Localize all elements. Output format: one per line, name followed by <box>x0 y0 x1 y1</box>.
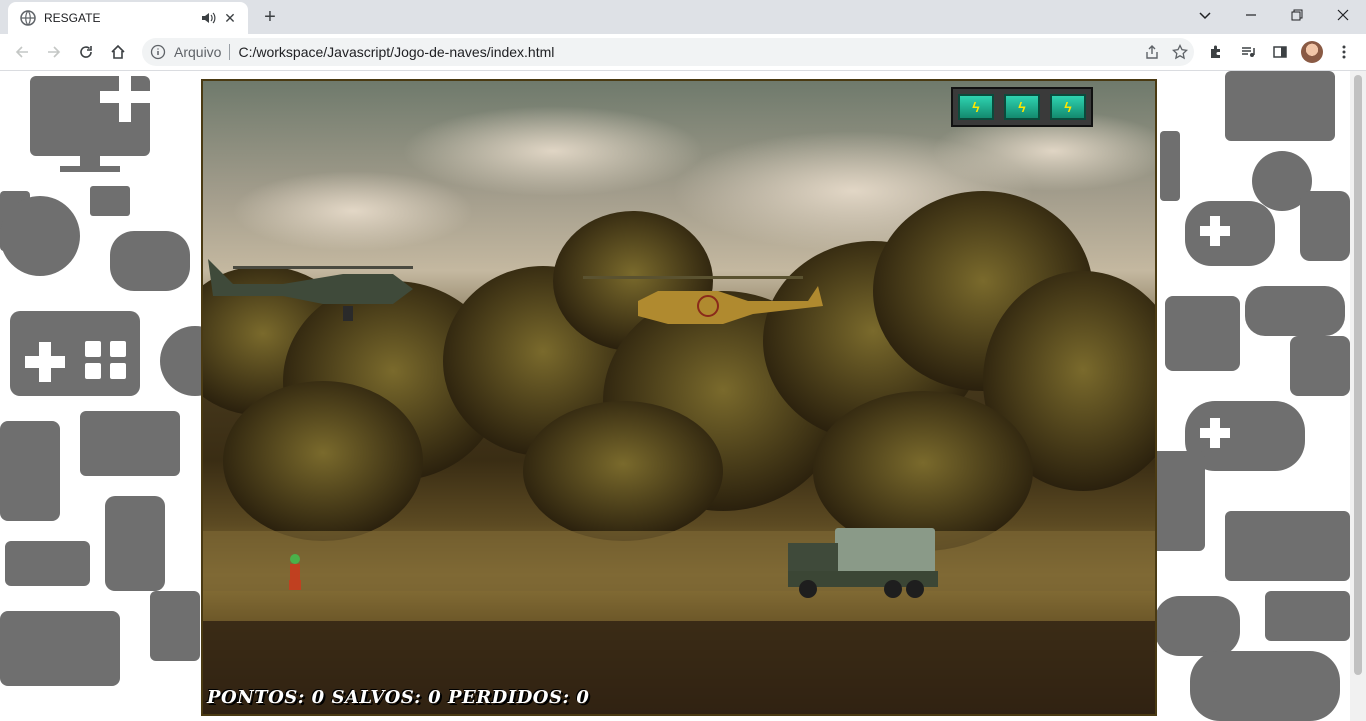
energy-cell: ϟ <box>1050 94 1086 120</box>
plus-icon[interactable]: + <box>258 5 282 29</box>
restore-icon[interactable] <box>1274 0 1320 30</box>
forward-icon[interactable] <box>40 38 68 66</box>
energy-bar: ϟ ϟ ϟ <box>951 87 1093 127</box>
energy-cell: ϟ <box>958 94 994 120</box>
scrollbar-thumb[interactable] <box>1354 75 1362 675</box>
friend-soldier <box>289 554 301 590</box>
address-bar[interactable]: Arquivo C:/workspace/Javascript/Jogo-de-… <box>142 38 1194 66</box>
info-icon[interactable] <box>150 44 166 60</box>
vertical-scrollbar[interactable] <box>1350 71 1366 721</box>
sidepanel-icon[interactable] <box>1266 38 1294 66</box>
game-scene <box>203 106 1155 714</box>
extensions-icon[interactable] <box>1202 38 1230 66</box>
url-text[interactable]: C:/workspace/Javascript/Jogo-de-naves/in… <box>238 44 1138 60</box>
omnibox-divider <box>229 44 231 60</box>
tab-title: RESGATE <box>44 11 101 25</box>
speaker-icon[interactable] <box>200 10 216 26</box>
minimize-icon[interactable] <box>1228 0 1274 30</box>
game-canvas[interactable]: ϟ ϟ ϟ PONTOS: 0 SALVOS: 0 PERDIDOS: 0 <box>201 79 1157 716</box>
close-icon[interactable]: ✕ <box>222 10 238 26</box>
home-icon[interactable] <box>104 38 132 66</box>
media-icon[interactable] <box>1234 38 1262 66</box>
page-viewport: ϟ ϟ ϟ PONTOS: 0 SALVOS: 0 PERDIDOS: 0 <box>0 71 1350 721</box>
menu-icon[interactable] <box>1330 38 1358 66</box>
browser-toolbar: Arquivo C:/workspace/Javascript/Jogo-de-… <box>0 34 1366 71</box>
star-icon[interactable] <box>1166 38 1194 66</box>
avatar <box>1301 41 1323 63</box>
score-hud: PONTOS: 0 SALVOS: 0 PERDIDOS: 0 <box>207 687 590 708</box>
reload-icon[interactable] <box>72 38 100 66</box>
back-icon[interactable] <box>8 38 36 66</box>
security-label: Arquivo <box>174 44 222 60</box>
window-close-icon[interactable] <box>1320 0 1366 30</box>
chevron-down-icon[interactable] <box>1182 0 1228 30</box>
tab-strip: RESGATE ✕ + <box>0 0 1366 34</box>
profile-button[interactable] <box>1298 38 1326 66</box>
energy-cell: ϟ <box>1004 94 1040 120</box>
globe-icon <box>20 10 36 26</box>
tab-resgate[interactable]: RESGATE ✕ <box>8 2 248 34</box>
share-icon[interactable] <box>1138 38 1166 66</box>
